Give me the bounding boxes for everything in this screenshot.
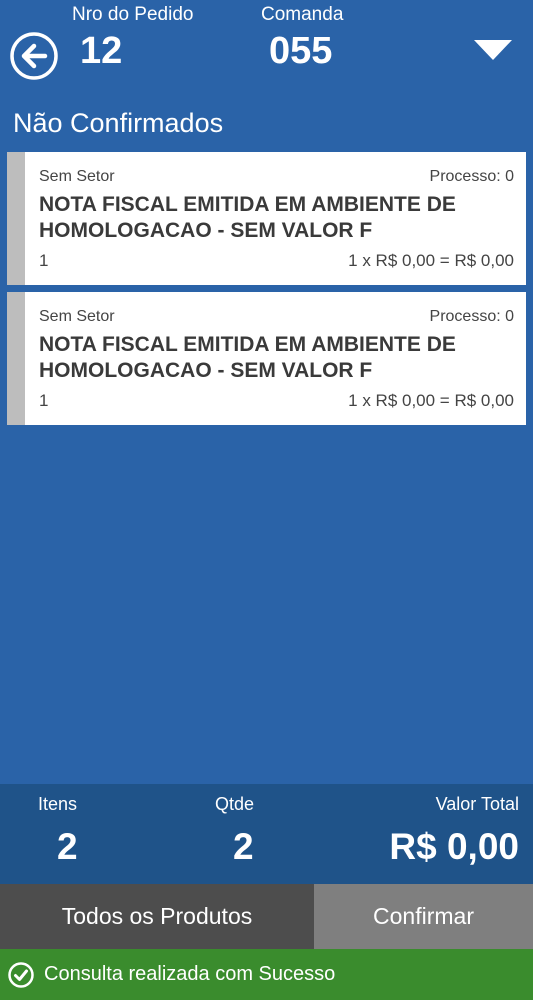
items-count-value: 2 — [57, 826, 78, 867]
comanda-label: Comanda — [261, 4, 344, 25]
arrow-left-circle-icon — [10, 32, 58, 80]
item-sector: Sem Setor — [39, 168, 115, 185]
app-screen: Nro do Pedido 12 Comanda 055 Não Confirm… — [0, 0, 533, 1000]
order-number-value: 12 — [80, 30, 123, 72]
item-price: 1 x R$ 0,00 = R$ 0,00 — [348, 391, 514, 410]
quantity-value: 2 — [233, 826, 254, 867]
all-products-button[interactable]: Todos os Produtos — [0, 884, 314, 949]
item-name: NOTA FISCAL EMITIDA EM AMBIENTE DE HOMOL… — [39, 333, 456, 382]
section-title: Não Confirmados — [13, 108, 224, 138]
order-item-card[interactable]: Sem Setor Processo: 0 NOTA FISCAL EMITID… — [7, 152, 526, 285]
card-status-stripe — [7, 152, 25, 285]
card-status-stripe — [7, 292, 25, 425]
status-bar: Consulta realizada com Sucesso — [0, 949, 533, 1000]
total-value-amount: R$ 0,00 — [389, 826, 519, 867]
triangle-down-icon — [474, 40, 512, 60]
order-number-label: Nro do Pedido — [72, 4, 194, 25]
totals-bar: Itens 2 Qtde 2 Valor Total R$ 0,00 — [0, 784, 533, 884]
dropdown-button[interactable] — [470, 36, 516, 66]
total-value-label: Valor Total — [435, 794, 519, 814]
item-price: 1 x R$ 0,00 = R$ 0,00 — [348, 251, 514, 270]
order-item-card[interactable]: Sem Setor Processo: 0 NOTA FISCAL EMITID… — [7, 292, 526, 425]
order-header: Nro do Pedido 12 Comanda 055 — [0, 0, 533, 100]
status-message: Consulta realizada com Sucesso — [44, 963, 336, 985]
item-quantity: 1 — [39, 251, 49, 270]
check-circle-icon — [8, 961, 34, 988]
item-sector: Sem Setor — [39, 308, 115, 325]
confirm-button[interactable]: Confirmar — [314, 884, 533, 949]
comanda-value: 055 — [269, 30, 333, 72]
item-process: Processo: 0 — [429, 168, 514, 185]
quantity-label: Qtde — [215, 794, 255, 814]
item-list: Sem Setor Processo: 0 NOTA FISCAL EMITID… — [7, 152, 526, 432]
item-process: Processo: 0 — [429, 308, 514, 325]
item-quantity: 1 — [39, 391, 49, 410]
back-button[interactable] — [9, 31, 59, 81]
item-name: NOTA FISCAL EMITIDA EM AMBIENTE DE HOMOL… — [39, 193, 456, 242]
items-count-label: Itens — [38, 794, 78, 814]
